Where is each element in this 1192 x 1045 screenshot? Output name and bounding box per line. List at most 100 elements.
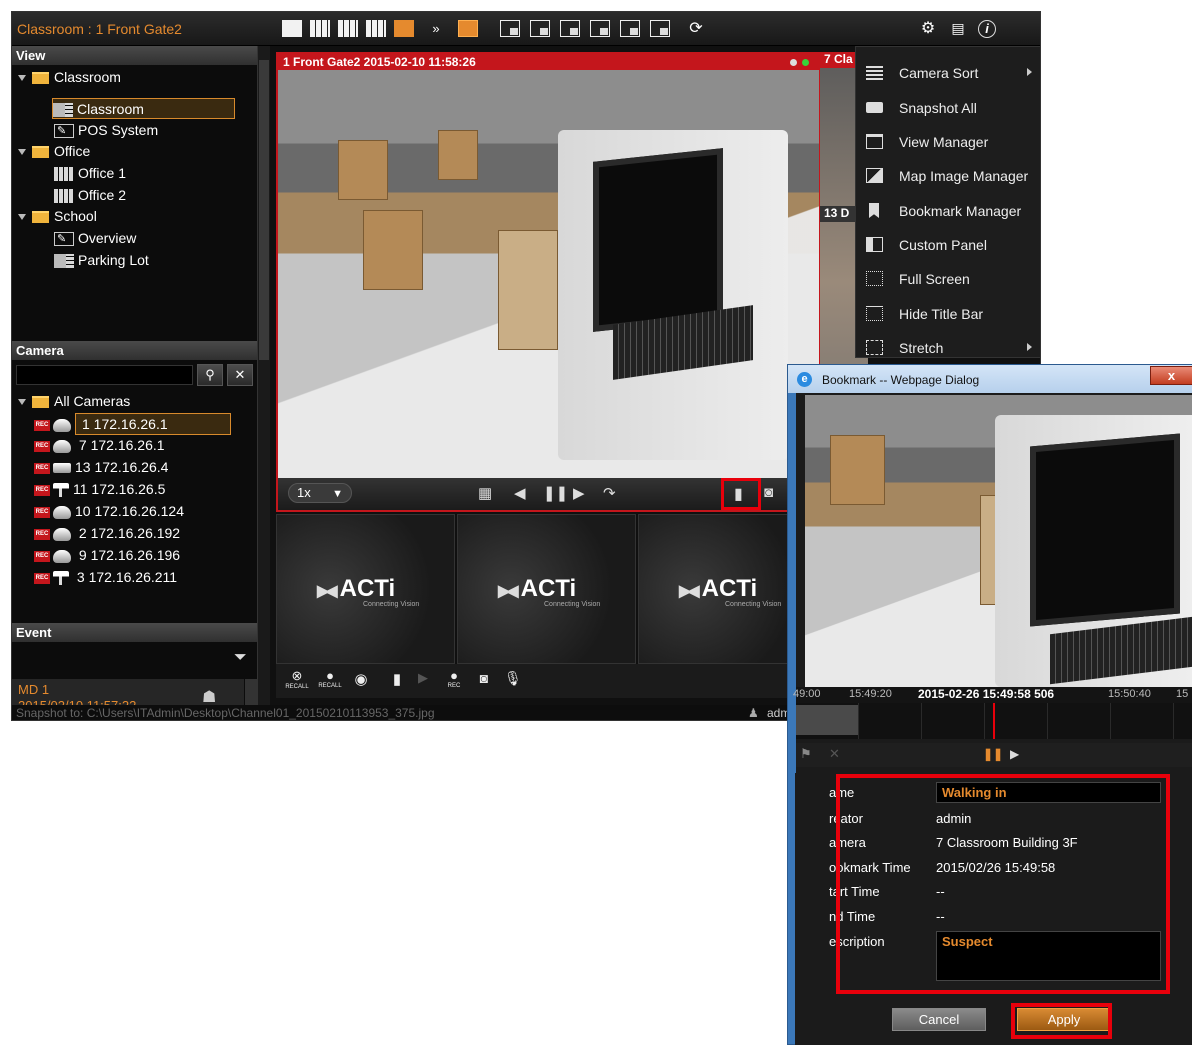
empty-video-tile[interactable]: ACTi Connecting Vision bbox=[457, 514, 636, 664]
layout-icon bbox=[54, 254, 74, 269]
close-button[interactable]: x bbox=[1150, 366, 1192, 385]
camera-search-input[interactable] bbox=[16, 365, 193, 385]
rename-view-icon[interactable] bbox=[590, 20, 610, 37]
menu-item-map-image-manager[interactable]: Map Image Manager bbox=[856, 159, 1040, 193]
camera-item[interactable]: REC 2 172.16.26.192 bbox=[34, 523, 180, 543]
snapshot-icon[interactable]: ◙ bbox=[764, 484, 773, 501]
menu-label: Full Screen bbox=[899, 271, 970, 287]
camera-item[interactable]: REC 9 172.16.26.196 bbox=[34, 545, 180, 565]
video-frame bbox=[278, 70, 819, 478]
layout-1x1-icon[interactable] bbox=[282, 20, 302, 37]
tree-folder-office[interactable]: Office bbox=[18, 141, 90, 161]
menu-item-stretch[interactable]: Stretch bbox=[856, 331, 1040, 365]
bookmark-icon bbox=[869, 203, 879, 218]
menu-item-snapshot-all[interactable]: Snapshot All bbox=[856, 91, 1040, 125]
cancel-button[interactable]: Cancel bbox=[892, 1008, 986, 1031]
tree-view-classroom[interactable]: Classroom bbox=[52, 98, 235, 119]
flag-icon[interactable]: ⚑ bbox=[800, 746, 812, 762]
tree-view-office-1[interactable]: Office 1 bbox=[54, 163, 126, 183]
dome-camera-icon bbox=[53, 418, 71, 432]
live-view-icon[interactable] bbox=[458, 20, 478, 37]
menu-item-full-screen[interactable]: Full Screen bbox=[856, 262, 1040, 296]
save-view-icon[interactable] bbox=[620, 20, 640, 37]
microphone-icon[interactable]: 🎙 bbox=[504, 670, 522, 687]
edit-view-icon[interactable] bbox=[500, 20, 520, 37]
view-settings-icon[interactable] bbox=[650, 20, 670, 37]
more-layouts-icon[interactable]: » bbox=[426, 20, 446, 37]
layout-3x3-icon[interactable] bbox=[338, 20, 358, 37]
recall-all-button[interactable]: ● RECALL bbox=[316, 668, 344, 689]
menu-item-hide-title-bar[interactable]: Hide Title Bar bbox=[856, 297, 1040, 331]
camera-item[interactable]: REC 3 172.16.26.211 bbox=[34, 567, 177, 587]
calendar-icon[interactable]: ▦ bbox=[478, 484, 492, 502]
camera-item[interactable]: REC 1 172.16.26.1 bbox=[34, 413, 231, 435]
filter-icon[interactable]: ⏷ bbox=[234, 649, 247, 667]
camera-label: 3 172.16.26.211 bbox=[76, 569, 178, 585]
layout-4x4-icon[interactable] bbox=[366, 20, 386, 37]
timeline-header: 49:00 15:49:20 2015-02-26 15:49:58 506 1… bbox=[793, 687, 1192, 703]
expand-arrow-icon[interactable] bbox=[18, 399, 26, 406]
camera-item[interactable]: REC 11 172.16.26.5 bbox=[34, 479, 165, 499]
expand-arrow-icon[interactable] bbox=[18, 214, 26, 221]
play-icon[interactable]: ▶ bbox=[1010, 747, 1019, 761]
step-back-icon[interactable]: ◀ bbox=[514, 484, 526, 502]
scrollbar-thumb[interactable] bbox=[259, 60, 269, 360]
scene-monitor bbox=[1030, 433, 1180, 627]
document-icon[interactable]: ▤ bbox=[948, 20, 968, 37]
speed-dropdown[interactable]: 1x ▼ bbox=[288, 483, 352, 503]
video-tile-main[interactable]: 1 Front Gate2 2015-02-10 11:58:26 1x ▼ ▦ … bbox=[276, 52, 821, 512]
play-icon[interactable]: ▶ bbox=[414, 670, 432, 686]
form-highlight bbox=[836, 774, 1170, 994]
bullet-camera-icon bbox=[53, 483, 69, 498]
box-camera-icon bbox=[53, 463, 71, 474]
tree-folder-all-cameras[interactable]: All Cameras bbox=[18, 391, 130, 411]
scene-box bbox=[363, 210, 423, 290]
bookmark-icon[interactable]: ▮ bbox=[734, 484, 743, 504]
left-panel-scrollbar[interactable] bbox=[257, 46, 270, 711]
layout-custom-icon[interactable] bbox=[394, 20, 414, 37]
expand-arrow-icon[interactable] bbox=[18, 149, 26, 156]
tree-view-overview[interactable]: Overview bbox=[54, 228, 136, 249]
gear-icon[interactable]: ⚙ bbox=[918, 20, 938, 37]
audio-broadcast-icon[interactable]: ◉ bbox=[350, 670, 372, 688]
pause-icon[interactable]: ❚❚ bbox=[543, 484, 568, 502]
record-button[interactable]: ● REC bbox=[442, 668, 466, 689]
empty-video-tile[interactable]: ACTi Connecting Vision bbox=[276, 514, 455, 664]
tree-label: School bbox=[54, 208, 97, 224]
camera-item[interactable]: REC 7 172.16.26.1 bbox=[34, 435, 165, 455]
rewind-icon[interactable]: ↷ bbox=[603, 484, 616, 502]
tree-view-parking-lot[interactable]: Parking Lot bbox=[54, 250, 149, 270]
time-tick: 15:49:20 bbox=[849, 688, 892, 700]
recall-button[interactable]: ⊗ RECALL bbox=[284, 668, 310, 690]
menu-item-custom-panel[interactable]: Custom Panel bbox=[856, 228, 1040, 262]
status-message: Snapshot to: C:\Users\ITAdmin\Desktop\Ch… bbox=[16, 706, 435, 720]
rec-badge: REC bbox=[34, 484, 50, 496]
tree-folder-school[interactable]: School bbox=[18, 206, 97, 226]
camera-item[interactable]: REC 10 172.16.26.124 bbox=[34, 501, 184, 521]
snapshot-icon[interactable]: ◙ bbox=[474, 670, 494, 686]
expand-arrow-icon[interactable] bbox=[18, 75, 26, 82]
tree-view-pos-system[interactable]: POS System bbox=[54, 120, 158, 141]
menu-item-view-manager[interactable]: View Manager bbox=[856, 125, 1040, 159]
menu-label: Hide Title Bar bbox=[899, 306, 984, 322]
menu-item-camera-sort[interactable]: Camera Sort bbox=[856, 56, 1040, 90]
clear-search-button[interactable]: ✕ bbox=[227, 364, 253, 386]
layout-2x2-icon[interactable] bbox=[310, 20, 330, 37]
bookmark-icon[interactable]: ▮ bbox=[388, 670, 406, 688]
delete-view-icon[interactable] bbox=[560, 20, 580, 37]
timeline-track[interactable] bbox=[796, 703, 1192, 739]
menu-item-bookmark-manager[interactable]: Bookmark Manager bbox=[856, 194, 1040, 228]
info-icon[interactable]: i bbox=[978, 20, 996, 38]
step-forward-icon[interactable]: ▶ bbox=[573, 484, 585, 502]
dome-camera-icon bbox=[53, 549, 71, 563]
tree-folder-classroom[interactable]: Classroom bbox=[18, 67, 121, 87]
add-view-icon[interactable] bbox=[530, 20, 550, 37]
tree-view-office-2[interactable]: Office 2 bbox=[54, 185, 126, 205]
camera-item[interactable]: REC 13 172.16.26.4 bbox=[34, 457, 168, 477]
refresh-icon[interactable]: ⟳ bbox=[686, 20, 706, 37]
close-icon[interactable]: ✕ bbox=[829, 746, 840, 762]
timeline-cursor[interactable] bbox=[993, 703, 995, 739]
pause-icon[interactable]: ❚❚ bbox=[983, 747, 1003, 761]
motion-detect-icon: ☗ bbox=[202, 689, 217, 706]
search-button[interactable]: ⚲ bbox=[197, 364, 223, 386]
